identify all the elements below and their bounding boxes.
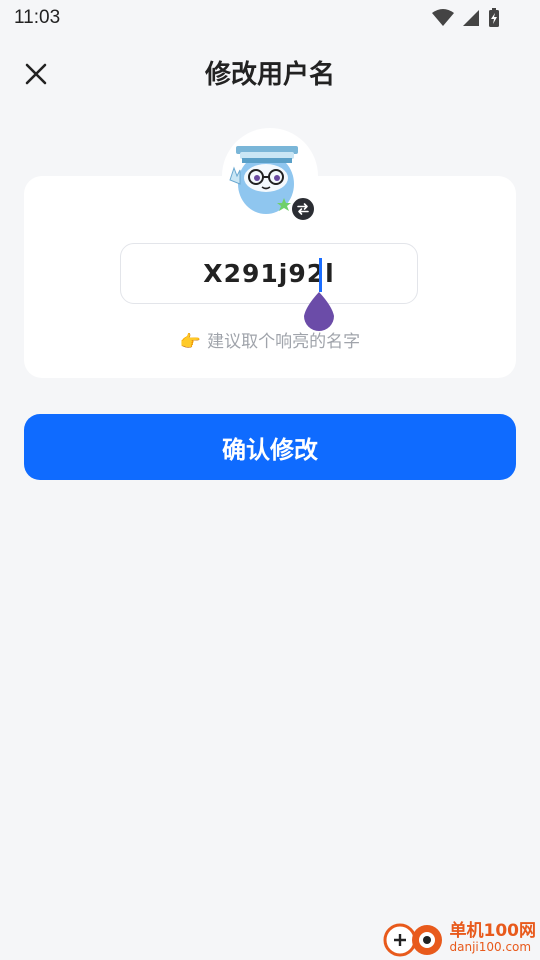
status-time: 11:03 (14, 7, 61, 28)
header: 修改用户名 (0, 50, 540, 96)
pointing-hand-icon: 👉 (179, 332, 202, 352)
username-field[interactable] (120, 243, 418, 304)
page-title: 修改用户名 (204, 60, 335, 90)
username-input[interactable] (167, 258, 371, 289)
swap-icon (297, 203, 309, 215)
cursor-handle-icon[interactable] (302, 292, 336, 332)
confirm-button[interactable]: 确认修改 (24, 414, 516, 480)
swap-avatar-button[interactable] (290, 196, 316, 222)
status-bar: 11:03 (0, 0, 540, 36)
watermark-logo-icon (383, 923, 442, 957)
battery-icon (489, 8, 499, 27)
signal-icon (463, 10, 479, 26)
hint-text: 👉 建议取个响亮的名字 (0, 327, 540, 352)
watermark-text: 单机100网 danji100.com (450, 922, 537, 954)
watermark-url: danji100.com (449, 939, 532, 954)
watermark: 单机100网 danji100.com (382, 918, 537, 958)
status-icons (432, 8, 500, 28)
wifi-icon (432, 9, 454, 26)
text-cursor (319, 258, 322, 292)
watermark-title: 单机100网 (449, 921, 537, 942)
hint-label: 建议取个响亮的名字 (207, 332, 361, 352)
